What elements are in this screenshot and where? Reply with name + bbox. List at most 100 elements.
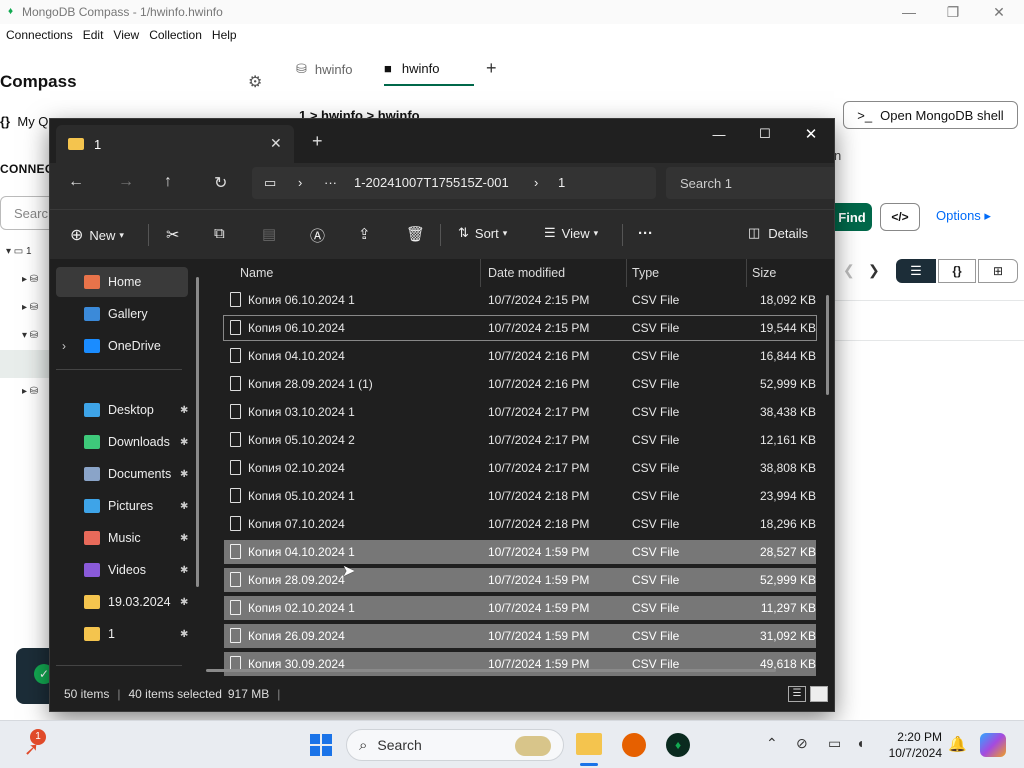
options-button[interactable]: Options ▸	[936, 208, 991, 224]
volume-icon[interactable]: ◖	[856, 735, 864, 751]
app-with-notification[interactable]: ➚ 1	[20, 729, 48, 759]
paste-icon[interactable]: ▤	[262, 225, 276, 243]
up-arrow-icon[interactable]: ↑	[164, 173, 172, 191]
sidebar-item-desktop[interactable]: Desktop ✱	[56, 395, 188, 425]
copilot-icon[interactable]	[980, 733, 1006, 757]
mongodb-compass-taskbar-icon[interactable]: ♦	[666, 733, 690, 757]
file-row[interactable]: Копия 06.10.2024 1 10/7/2024 2:15 PM CSV F…	[224, 288, 816, 312]
more-options-button[interactable]: ···	[638, 225, 653, 242]
file-row[interactable]: Копия 26.09.2024 10/7/2024 1:59 PM CSV Fil…	[224, 624, 816, 648]
close-button[interactable]: ✕	[976, 0, 1022, 24]
maximize-button[interactable]: ❐	[930, 0, 976, 24]
chevron-right-icon[interactable]: ❯	[868, 262, 880, 279]
tree-db-2[interactable]: ▸ ⛁	[22, 302, 38, 313]
column-divider[interactable]	[746, 259, 747, 287]
file-row[interactable]: Копия 05.10.2024 2 10/7/2024 2:17 PM CSV F…	[224, 428, 816, 452]
details-button[interactable]: ◫ Details	[748, 225, 808, 241]
file-row[interactable]: Копия 07.10.2024 10/7/2024 2:18 PM CSV Fil…	[224, 512, 816, 536]
forward-arrow-icon[interactable]: →	[118, 173, 134, 191]
list-view-button[interactable]: ☰	[896, 259, 936, 283]
column-divider[interactable]	[480, 259, 481, 287]
view-button[interactable]: ☰ View ▾	[544, 225, 598, 241]
gear-icon[interactable]: ⚙	[248, 72, 262, 92]
code-button[interactable]: </>	[880, 203, 920, 231]
display-icon[interactable]: ▭	[828, 735, 841, 752]
menu-connections[interactable]: Connections	[6, 28, 73, 42]
menu-edit[interactable]: Edit	[83, 28, 104, 42]
system-clock[interactable]: 2:20 PM 10/7/2024	[884, 729, 942, 761]
vertical-scrollbar[interactable]	[826, 295, 829, 395]
file-row[interactable]: Копия 05.10.2024 1 10/7/2024 2:18 PM CSV F…	[224, 484, 816, 508]
my-queries-item[interactable]: {} My Q	[0, 114, 48, 129]
column-size[interactable]: Size	[752, 266, 776, 280]
refresh-icon[interactable]: ↻	[214, 173, 227, 193]
file-row[interactable]: Копия 04.10.2024 1 10/7/2024 1:59 PM CSV F…	[224, 540, 816, 564]
chevron-right-icon[interactable]: ›	[534, 175, 538, 190]
file-row[interactable]: Копия 03.10.2024 1 10/7/2024 2:17 PM CSV F…	[224, 400, 816, 424]
add-tab-button[interactable]: +	[486, 58, 497, 79]
file-row[interactable]: Копия 02.10.2024 1 10/7/2024 1:59 PM CSV F…	[224, 596, 816, 620]
sidebar-item-documents[interactable]: Documents ✱	[56, 459, 188, 489]
column-type[interactable]: Type	[632, 266, 659, 280]
file-row[interactable]: Копия 06.10.2024 10/7/2024 2:15 PM CSV Fil…	[223, 315, 817, 341]
file-row[interactable]: Копия 28.09.2024 10/7/2024 1:59 PM CSV Fil…	[224, 568, 816, 592]
cut-icon[interactable]: ✂	[166, 225, 179, 245]
sidebar-item-music[interactable]: Music ✱	[56, 523, 188, 553]
column-name[interactable]: Name	[240, 266, 273, 280]
rename-icon[interactable]: Ⓐ	[310, 225, 325, 246]
find-button[interactable]: Find	[832, 203, 872, 231]
tree-connection[interactable]: ▾ ▭ 1	[6, 246, 32, 257]
details-view-icon[interactable]: ☰	[788, 686, 806, 702]
sidebar-item-home[interactable]: Home	[56, 267, 188, 297]
explorer-search-input[interactable]: Search 1	[666, 167, 834, 199]
menu-collection[interactable]: Collection	[149, 28, 202, 42]
file-row[interactable]: Копия 30.09.2024 10/7/2024 1:59 PM CSV Fil…	[224, 652, 816, 676]
json-view-button[interactable]: {}	[938, 259, 976, 283]
more-locations-icon[interactable]: ···	[324, 175, 337, 190]
delete-icon[interactable]: 🗑	[406, 225, 425, 243]
file-row[interactable]: Копия 28.09.2024 1 (1) 10/7/2024 2:16 PM C…	[224, 372, 816, 396]
new-button[interactable]: ⊕ New ▾	[70, 225, 124, 245]
sidebar-item-onedrive[interactable]: › OneDrive	[56, 331, 188, 361]
firefox-icon[interactable]	[622, 733, 646, 757]
tiles-view-icon[interactable]	[810, 686, 828, 702]
tree-db-3[interactable]: ▾ ⛁	[22, 330, 38, 341]
explorer-maximize-button[interactable]: ☐	[742, 119, 788, 149]
address-bar[interactable]: ▭ › ··· 1-20241007T175515Z-001 › 1	[252, 167, 656, 199]
column-date-modified[interactable]: Date modified	[488, 266, 565, 280]
tree-selected-collection[interactable]	[0, 350, 50, 378]
tree-db-4[interactable]: ▸ ⛁	[22, 386, 38, 397]
sidebar-item-downloads[interactable]: Downloads ✱	[56, 427, 188, 457]
explorer-close-button[interactable]: ✕	[788, 119, 834, 149]
sidebar-scrollbar[interactable]	[196, 277, 199, 587]
horizontal-scrollbar[interactable]	[206, 669, 776, 672]
tab-hwinfo-1[interactable]: ⛁ hwinfo	[296, 52, 378, 86]
explorer-tab[interactable]: 1 ✕	[56, 125, 294, 163]
chevron-left-icon[interactable]: ❮	[843, 262, 855, 279]
share-icon[interactable]: ⇪	[358, 225, 371, 243]
windows-start-icon[interactable]	[310, 734, 332, 756]
sidebar-item-videos[interactable]: Videos ✱	[56, 555, 188, 585]
sort-button[interactable]: ⇅ Sort ▾	[458, 225, 507, 241]
open-mongodb-shell-button[interactable]: >_ Open MongoDB shell	[843, 101, 1018, 129]
menu-view[interactable]: View	[113, 28, 139, 42]
network-icon[interactable]: ⊘	[796, 735, 808, 752]
chevron-right-icon[interactable]: ›	[298, 175, 302, 190]
column-divider[interactable]	[626, 259, 627, 287]
new-tab-button[interactable]: +	[312, 131, 323, 152]
close-tab-icon[interactable]: ✕	[270, 135, 282, 152]
sidebar-item-gallery[interactable]: Gallery	[56, 299, 188, 329]
address-segment-current[interactable]: 1	[558, 175, 565, 190]
copy-icon[interactable]: ⧉	[214, 225, 225, 242]
file-row[interactable]: Копия 02.10.2024 10/7/2024 2:17 PM CSV Fil…	[224, 456, 816, 480]
minimize-button[interactable]: —	[886, 0, 932, 24]
taskbar-search-box[interactable]: ⌕ Search	[346, 729, 564, 761]
file-row[interactable]: Копия 04.10.2024 10/7/2024 2:16 PM CSV Fil…	[224, 344, 816, 368]
explorer-minimize-button[interactable]: —	[696, 119, 742, 149]
sidebar-item-pictures[interactable]: Pictures ✱	[56, 491, 188, 521]
back-arrow-icon[interactable]: ←	[68, 173, 84, 191]
menu-help[interactable]: Help	[212, 28, 237, 42]
expand-chevron-icon[interactable]: ›	[62, 339, 66, 353]
sidebar-item-1[interactable]: 1 ✱	[56, 619, 188, 649]
table-view-button[interactable]: ⊞	[978, 259, 1018, 283]
